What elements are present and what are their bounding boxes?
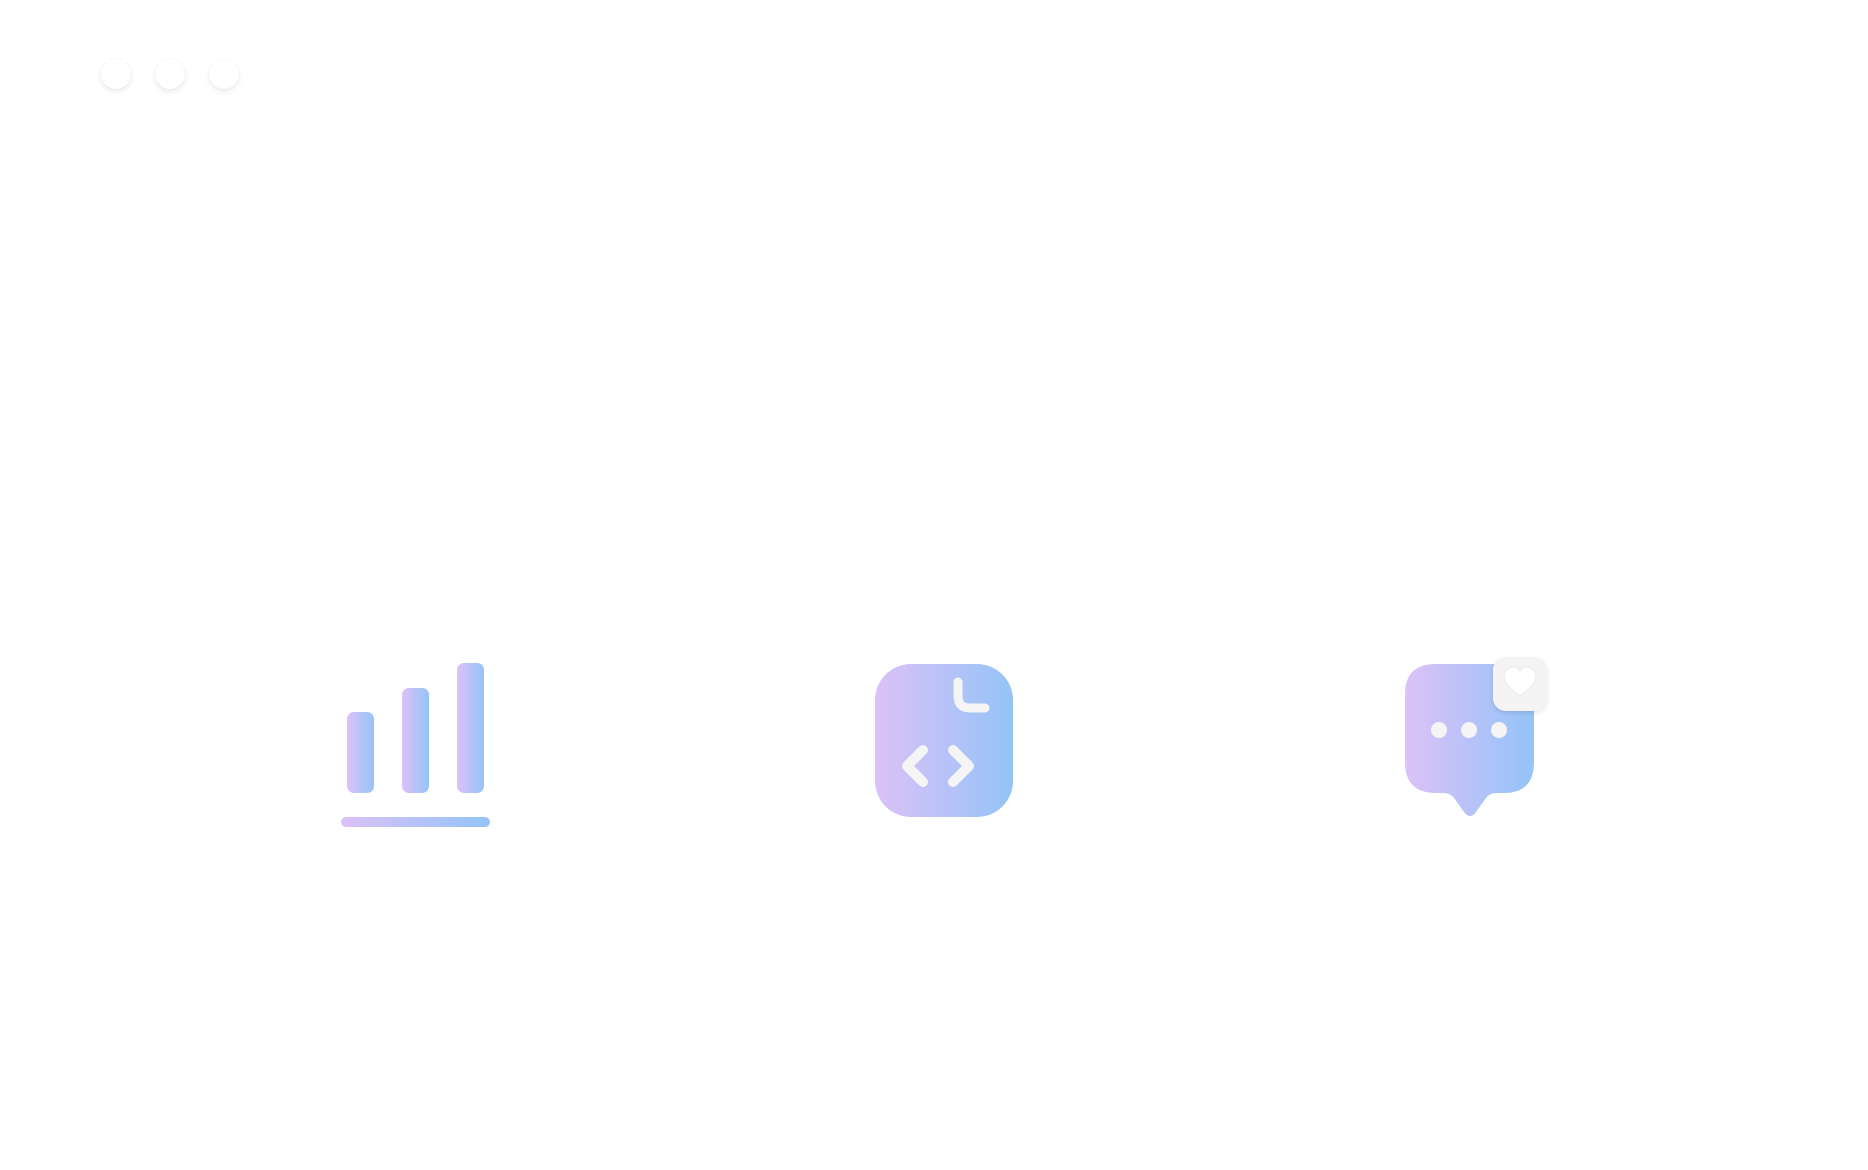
typing-dot-3	[1491, 722, 1507, 738]
typing-dot-1	[1431, 722, 1447, 738]
typing-dot-2	[1461, 722, 1477, 738]
minimize-window-button[interactable]	[155, 59, 185, 89]
chart-bar-short	[347, 712, 374, 793]
chart-baseline	[341, 817, 490, 827]
chat-heart-icon	[1370, 652, 1550, 832]
code-file-icon	[850, 652, 1030, 832]
maximize-window-button[interactable]	[209, 59, 239, 89]
chart-bar-medium	[402, 688, 429, 793]
bar-chart-icon	[326, 652, 506, 832]
window-controls	[101, 59, 239, 89]
chart-bar-tall	[457, 663, 484, 793]
close-window-button[interactable]	[101, 59, 131, 89]
code-file-body	[875, 664, 1013, 817]
